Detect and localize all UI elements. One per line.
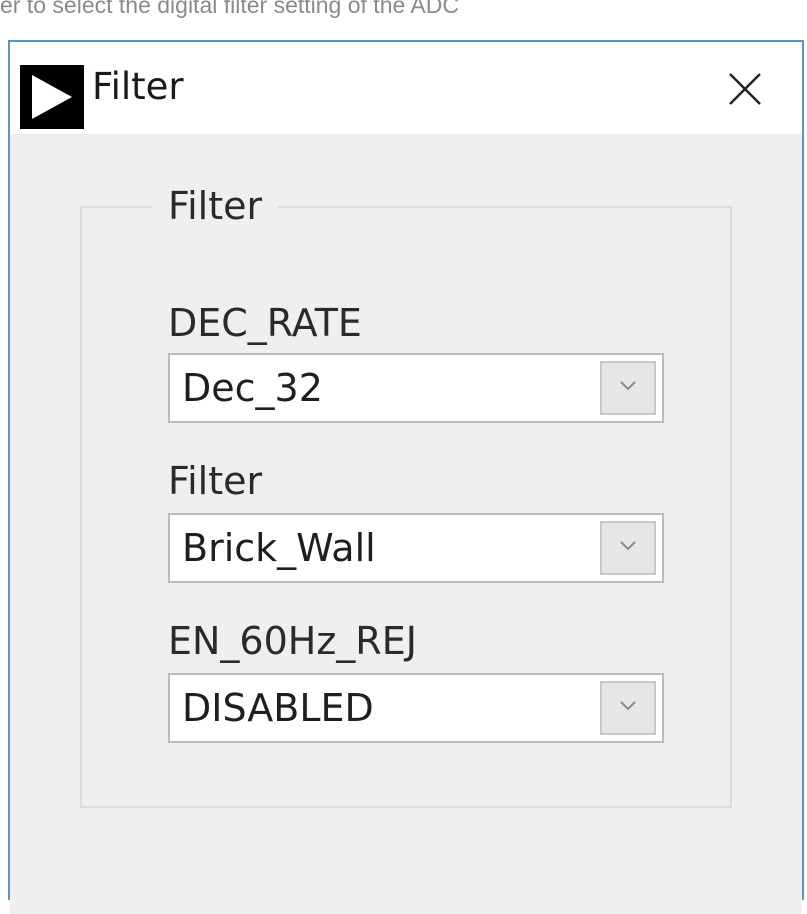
filter-dropdown[interactable]: Brick_Wall <box>168 513 664 583</box>
en-60hz-rej-dropdown-button[interactable] <box>600 681 656 735</box>
filter-label: Filter <box>168 459 263 503</box>
chevron-down-icon <box>620 701 636 711</box>
en-60hz-rej-dropdown[interactable]: DISABLED <box>168 673 664 743</box>
title-bar[interactable]: Filter <box>10 42 802 134</box>
close-icon <box>729 73 761 105</box>
page-caption: er to select the digital filter setting … <box>0 0 459 18</box>
chevron-down-icon <box>620 381 636 391</box>
filter-selected-value: Brick_Wall <box>182 526 376 570</box>
chevron-down-icon <box>620 541 636 551</box>
dec-rate-label: DEC_RATE <box>168 301 362 345</box>
dec-rate-dropdown[interactable]: Dec_32 <box>168 353 664 423</box>
en-60hz-rej-selected-value: DISABLED <box>182 686 374 730</box>
en-60hz-rej-label: EN_60Hz_REJ <box>168 619 417 663</box>
close-button[interactable] <box>710 60 780 120</box>
play-triangle-icon <box>20 65 84 129</box>
dec-rate-dropdown-button[interactable] <box>600 361 656 415</box>
groupbox-title: Filter <box>152 182 279 230</box>
dec-rate-selected-value: Dec_32 <box>182 366 323 410</box>
filter-dialog: Filter Filter DEC_RATE Dec_32 Filter Bri… <box>8 40 804 914</box>
filter-dropdown-button[interactable] <box>600 521 656 575</box>
filter-groupbox: Filter DEC_RATE Dec_32 Filter Brick_Wall <box>80 182 732 808</box>
dialog-client-area: Filter DEC_RATE Dec_32 Filter Brick_Wall <box>10 134 802 914</box>
window-title: Filter <box>92 65 184 108</box>
